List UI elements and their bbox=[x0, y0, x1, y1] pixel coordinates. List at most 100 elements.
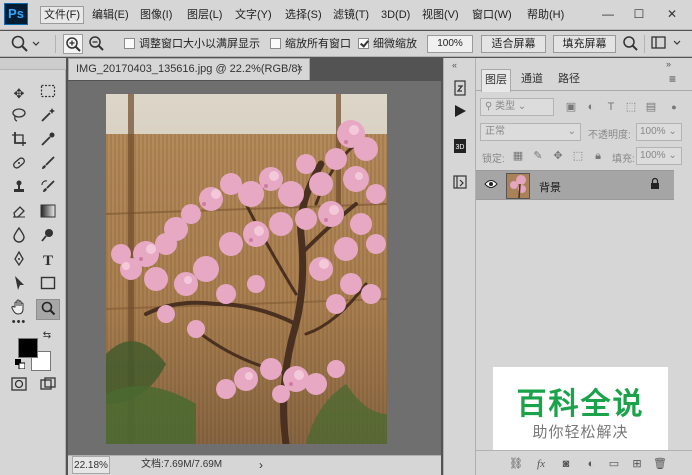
menu-filter[interactable]: 滤镜(T) bbox=[331, 7, 371, 23]
eyedropper-tool-icon[interactable] bbox=[36, 131, 60, 152]
gradient-tool-icon[interactable] bbox=[36, 203, 60, 224]
minimize-button[interactable]: — bbox=[597, 4, 619, 24]
close-document-icon[interactable]: × bbox=[297, 59, 303, 80]
layers-panel-tabs: 图层 通道 路径 ≡ bbox=[476, 69, 692, 92]
menu-window[interactable]: 窗口(W) bbox=[470, 7, 514, 23]
adjustment-layer-icon[interactable]: ◐ bbox=[583, 456, 599, 472]
menu-view[interactable]: 视图(V) bbox=[420, 7, 461, 23]
marquee-tool-icon[interactable] bbox=[36, 83, 60, 104]
menu-layer[interactable]: 图层(L) bbox=[185, 7, 224, 23]
more-tools-icon[interactable]: ••• bbox=[7, 312, 31, 333]
zoom-all-windows-label: 缩放所有窗口 bbox=[285, 38, 351, 50]
link-layers-icon[interactable]: ⛓︎ bbox=[508, 456, 524, 472]
document-tab[interactable]: IMG_20170403_135616.jpg @ 22.2%(RGB/8) × bbox=[68, 58, 310, 80]
healing-brush-tool-icon[interactable] bbox=[7, 155, 31, 176]
path-selection-tool-icon[interactable] bbox=[7, 275, 31, 296]
search-icon[interactable] bbox=[621, 34, 641, 54]
zoom-level-field[interactable]: 22.18% bbox=[72, 456, 110, 474]
swap-colors-icon[interactable]: ⇆ bbox=[40, 329, 54, 343]
fill-value: 100% bbox=[640, 150, 666, 161]
delete-layer-icon[interactable]: 🗑︎ bbox=[652, 456, 668, 472]
panel-menu-icon[interactable]: ≡ bbox=[669, 72, 676, 86]
zoom-all-windows-checkbox[interactable] bbox=[270, 38, 281, 49]
collapse-panels-icon[interactable]: » bbox=[666, 59, 671, 69]
zoom-preset-icon[interactable] bbox=[8, 33, 40, 53]
layer-filter-select[interactable]: ⚲ 类型 ⌄ bbox=[480, 98, 554, 116]
new-group-icon[interactable]: ▭ bbox=[606, 456, 622, 472]
history-brush-tool-icon[interactable] bbox=[36, 179, 60, 200]
type-tool-icon[interactable]: T bbox=[36, 251, 60, 272]
menu-edit[interactable]: 编辑(E) bbox=[90, 7, 131, 23]
zoom-out-icon[interactable] bbox=[87, 34, 107, 54]
resize-windows-checkbox[interactable] bbox=[124, 38, 135, 49]
status-menu-arrow[interactable]: › bbox=[259, 456, 263, 474]
zoom-in-icon[interactable] bbox=[63, 34, 83, 54]
workspace-switcher-icon[interactable] bbox=[650, 34, 681, 54]
maximize-button[interactable]: ☐ bbox=[628, 4, 650, 24]
menu-type[interactable]: 文字(Y) bbox=[233, 7, 274, 23]
foreground-color-swatch[interactable] bbox=[18, 338, 38, 358]
zoom-percent-field[interactable]: 100% bbox=[427, 35, 473, 53]
filter-adjustment-icon[interactable]: ◐ bbox=[583, 99, 599, 115]
menu-help[interactable]: 帮助(H) bbox=[525, 7, 566, 23]
eraser-tool-icon[interactable] bbox=[7, 203, 31, 224]
pen-tool-icon[interactable] bbox=[7, 250, 31, 272]
menu-bar: Ps 文件(F) 编辑(E) 图像(I) 图层(L) 文字(Y) 选择(S) 滤… bbox=[0, 0, 692, 30]
default-colors-icon[interactable] bbox=[14, 359, 26, 371]
lock-transparent-icon[interactable]: ▦ bbox=[510, 148, 526, 164]
lock-artboard-icon[interactable]: ⬚ bbox=[570, 148, 586, 164]
blend-mode-select[interactable]: 正常 ⌄ bbox=[480, 123, 581, 141]
filter-toggle-icon[interactable]: ● bbox=[666, 99, 682, 115]
lock-pixels-icon[interactable]: ✎ bbox=[530, 148, 546, 164]
lock-row: 锁定: ▦ ✎ ✥ ⬚ 🔒︎ 填充: 100% ⌄ bbox=[476, 144, 692, 168]
fit-screen-button[interactable]: 适合屏幕 bbox=[481, 35, 546, 53]
properties-panel-icon[interactable] bbox=[450, 174, 470, 194]
eye-visibility-icon[interactable] bbox=[484, 178, 500, 192]
fill-screen-button[interactable]: 填充屏幕 bbox=[553, 35, 616, 53]
layer-name[interactable]: 背景 bbox=[539, 179, 561, 195]
menu-image[interactable]: 图像(I) bbox=[138, 7, 174, 23]
brush-tool-icon[interactable] bbox=[36, 155, 60, 176]
move-tool-icon[interactable]: ✥ bbox=[7, 83, 31, 104]
tools-panel-grip[interactable] bbox=[0, 58, 66, 70]
menu-select[interactable]: 选择(S) bbox=[283, 7, 324, 23]
blur-tool-icon[interactable] bbox=[7, 226, 31, 248]
clone-stamp-tool-icon[interactable] bbox=[7, 179, 31, 200]
lasso-tool-icon[interactable] bbox=[7, 107, 31, 128]
collapse-arrows-icon[interactable]: « bbox=[452, 60, 457, 70]
rectangle-tool-icon[interactable] bbox=[36, 275, 60, 296]
tab-paths[interactable]: 路径 bbox=[553, 69, 585, 91]
filter-type-icon[interactable]: T bbox=[603, 99, 619, 115]
scrubby-zoom-checkbox[interactable] bbox=[358, 38, 369, 49]
document-info: 文档:7.69M/7.69M bbox=[141, 459, 223, 470]
menu-file[interactable]: 文件(F) bbox=[40, 6, 85, 24]
add-mask-icon[interactable]: ◙ bbox=[558, 456, 574, 472]
close-button[interactable]: ✕ bbox=[661, 4, 683, 24]
history-panel-icon[interactable] bbox=[450, 80, 470, 100]
opacity-field[interactable]: 100% ⌄ bbox=[636, 123, 682, 141]
layer-style-icon[interactable]: fx bbox=[533, 456, 549, 472]
actions-play-icon[interactable] bbox=[450, 104, 470, 124]
tab-channels[interactable]: 通道 bbox=[516, 69, 548, 91]
fill-field[interactable]: 100% ⌄ bbox=[636, 147, 682, 165]
filter-pixel-icon[interactable]: ▣ bbox=[563, 99, 579, 115]
crop-tool-icon[interactable] bbox=[7, 131, 31, 152]
quick-mask-icon[interactable] bbox=[7, 376, 31, 397]
layer-thumbnail bbox=[506, 173, 530, 199]
dodge-tool-icon[interactable] bbox=[36, 227, 60, 248]
lock-position-icon[interactable]: ✥ bbox=[550, 148, 566, 164]
magic-wand-tool-icon[interactable] bbox=[36, 107, 60, 128]
new-layer-icon[interactable]: ⊞ bbox=[629, 456, 645, 472]
document-image[interactable] bbox=[106, 94, 387, 444]
filter-smart-object-icon[interactable]: ▤ bbox=[643, 99, 659, 115]
filter-shape-icon[interactable]: ⬚ bbox=[623, 99, 639, 115]
layer-row-background[interactable]: 背景 bbox=[476, 170, 674, 200]
lock-all-icon[interactable]: 🔒︎ bbox=[590, 148, 606, 164]
screen-mode-icon[interactable] bbox=[36, 376, 60, 397]
svg-text:3D: 3D bbox=[456, 144, 465, 151]
zoom-tool-icon[interactable] bbox=[36, 299, 60, 320]
menu-3d[interactable]: 3D(D) bbox=[379, 7, 412, 23]
fill-label: 填充: bbox=[612, 154, 635, 165]
3d-panel-icon[interactable]: 3D bbox=[450, 138, 470, 158]
tab-layers[interactable]: 图层 bbox=[481, 69, 511, 92]
